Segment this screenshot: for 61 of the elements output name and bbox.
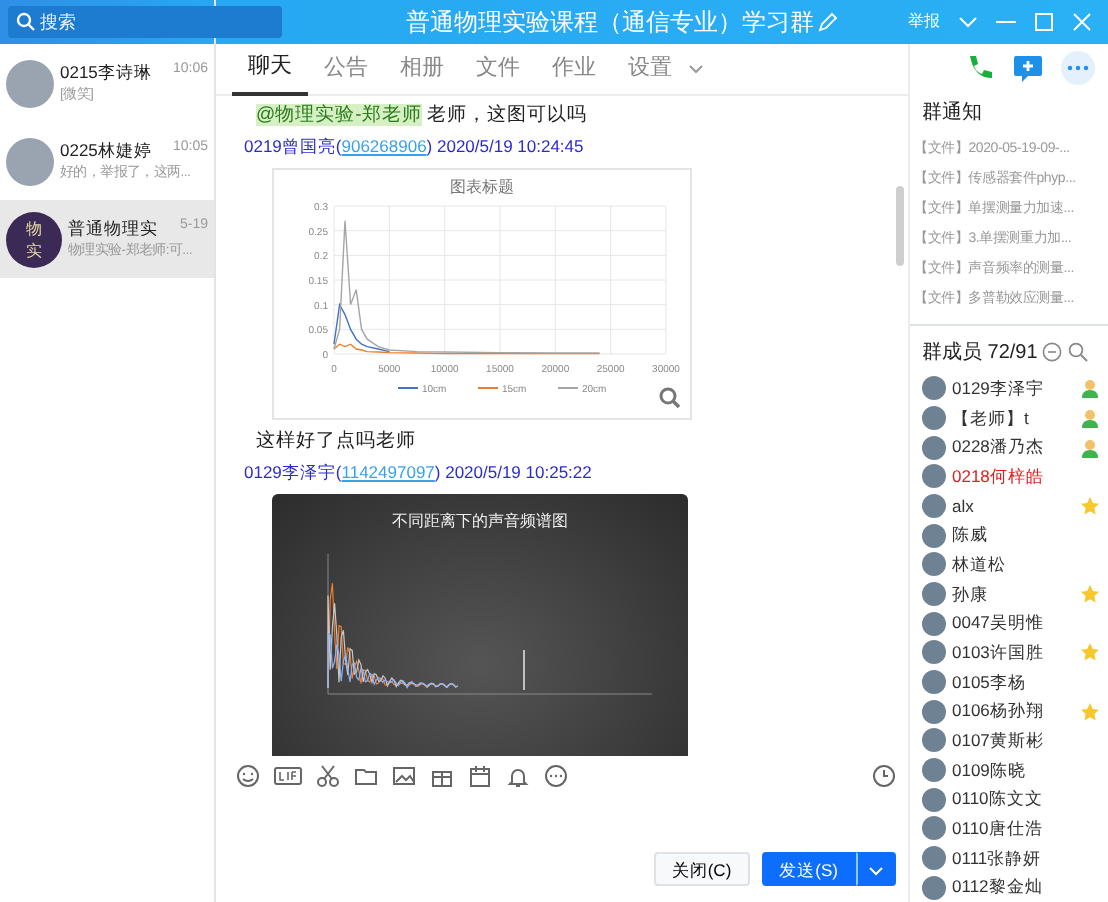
member-item[interactable]: 0129李泽宇 xyxy=(910,373,1108,404)
member-name: 0218何梓皓 xyxy=(952,463,1046,490)
member-name: 0228潘乃杰 xyxy=(952,434,1046,460)
member-item[interactable]: 0109陈晓 xyxy=(910,755,1108,785)
member-item[interactable]: 0112黎金灿 xyxy=(910,872,1108,902)
member-item[interactable]: 0111张静妍 xyxy=(910,843,1108,873)
member-name: 陈威 xyxy=(952,522,990,549)
member-name: 林道松 xyxy=(952,551,1008,578)
member-name: 0103许国胜 xyxy=(952,639,1046,666)
chat-tab[interactable]: 文件 xyxy=(460,43,536,95)
member-name: 0111张静妍 xyxy=(952,845,1044,871)
member-item[interactable]: alx xyxy=(910,491,1108,521)
chart-image[interactable]: 不同距离下的声音频谱图 xyxy=(272,494,688,756)
section-title: 群成员 72/91 xyxy=(920,339,1038,368)
chat-tab[interactable]: 公告 xyxy=(308,43,384,95)
search-field[interactable]: 搜索 xyxy=(8,6,282,38)
member-item[interactable]: 0105李杨 xyxy=(910,667,1108,697)
member-item[interactable]: 0103许国胜 xyxy=(910,638,1108,668)
contact-name: 0225林婕婷 xyxy=(60,138,152,164)
member-name: 0109陈晓 xyxy=(952,757,1028,783)
member-name: 0110陈文文 xyxy=(952,786,1045,813)
chat-tab[interactable]: 作业 xyxy=(536,43,612,95)
member-name: 0105李杨 xyxy=(952,669,1028,695)
member-name: 【老师】t xyxy=(952,405,1031,431)
member-item[interactable]: 0110陈文文 xyxy=(910,784,1108,815)
member-name: 0129李泽宇 xyxy=(952,375,1046,402)
member-item[interactable]: 孙康 xyxy=(910,579,1108,609)
window-title: 普通物理实验课程（通信专业）学习群 xyxy=(405,6,814,40)
chat-tab[interactable]: 聊天 xyxy=(232,43,308,95)
member-name: 孙康 xyxy=(952,581,990,607)
member-name: 0106杨孙翔 xyxy=(952,698,1046,725)
chat-tab[interactable]: 相册 xyxy=(384,43,460,95)
member-name: 0112黎金灿 xyxy=(952,874,1045,901)
member-name: 0107黄斯彬 xyxy=(952,727,1046,754)
member-name: 0110唐仕浩 xyxy=(952,815,1045,842)
message-text: @物理实验-郑老师 老师，这图可以吗 xyxy=(254,102,589,130)
chat-tab[interactable]: 设置 xyxy=(612,43,688,95)
contact-name: 普通物理实 xyxy=(68,216,158,242)
section-title: 群通知 xyxy=(920,99,984,129)
group-avatar: 物实 xyxy=(6,211,62,267)
member-item[interactable]: 0106杨孙翔 xyxy=(910,696,1108,727)
sender-name: 0219曾国亮( xyxy=(244,136,342,157)
member-item[interactable]: 0218何梓皓 xyxy=(910,461,1108,492)
member-item[interactable]: 林道松 xyxy=(910,549,1108,580)
member-item[interactable]: 0107黄斯彬 xyxy=(910,726,1108,756)
message-timestamp: ) 2020/5/19 10:25:22 xyxy=(434,462,592,483)
contact-name: 0215李诗琳 xyxy=(60,60,152,86)
member-name: alx xyxy=(952,493,976,519)
close-button[interactable]: 关闭(C) xyxy=(653,852,750,886)
member-item[interactable]: 陈威 xyxy=(910,520,1108,550)
message-timestamp: ) 2020/5/19 10:24:45 xyxy=(426,136,584,157)
message-text: 这样好了点吗老师 xyxy=(254,428,418,456)
chart-title: 不同距离下的声音频谱图 xyxy=(392,512,568,530)
send-button[interactable]: 发送(S) xyxy=(761,852,856,886)
chart-title: 图表标题 xyxy=(450,178,514,196)
member-item[interactable]: 0047吴明惟 xyxy=(910,608,1108,638)
member-item[interactable]: 【老师】t xyxy=(910,403,1108,433)
member-item[interactable]: 0110唐仕浩 xyxy=(910,814,1108,844)
member-item[interactable]: 0228潘乃杰 xyxy=(910,432,1108,462)
member-name: 0047吴明惟 xyxy=(952,610,1046,637)
sender-name: 0129李泽宇( xyxy=(244,462,342,483)
